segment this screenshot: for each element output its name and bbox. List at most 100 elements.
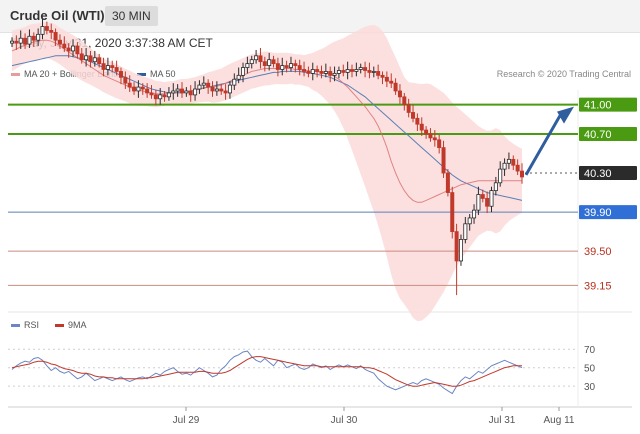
candle-body bbox=[188, 90, 193, 96]
candle-body bbox=[232, 78, 237, 86]
candle-body bbox=[411, 112, 416, 119]
x-tick-label: Jul 29 bbox=[173, 415, 200, 426]
candle-body bbox=[123, 76, 128, 84]
candle-body bbox=[506, 158, 511, 164]
candle-body bbox=[201, 82, 206, 86]
candle-body bbox=[101, 63, 106, 70]
candle-body bbox=[280, 65, 285, 70]
rsi-ma-line bbox=[11, 356, 522, 387]
candle-body bbox=[57, 39, 62, 45]
candle-body bbox=[415, 117, 420, 125]
candle-body bbox=[419, 123, 424, 131]
candle-body bbox=[310, 69, 315, 74]
candle-body bbox=[84, 55, 89, 61]
candle-body bbox=[345, 69, 350, 73]
candle-body bbox=[376, 71, 381, 76]
candle-body bbox=[450, 192, 455, 233]
candle-body bbox=[118, 71, 123, 78]
level-label-39.90: 39.90 bbox=[584, 207, 612, 219]
candle-body bbox=[493, 182, 498, 192]
candle-body bbox=[227, 84, 232, 94]
candle-body bbox=[254, 55, 259, 61]
candle-body bbox=[371, 71, 376, 73]
candle-body bbox=[114, 67, 119, 72]
candle-body bbox=[271, 59, 276, 65]
candle-body bbox=[97, 57, 102, 65]
candle-body bbox=[489, 190, 494, 207]
candle-body bbox=[454, 231, 459, 262]
candle-body bbox=[66, 47, 71, 52]
candle-body bbox=[175, 88, 180, 92]
candle-body bbox=[236, 74, 241, 80]
candle-body bbox=[476, 194, 481, 211]
candle-body bbox=[18, 37, 23, 44]
candle-body bbox=[92, 57, 97, 63]
candle-body bbox=[145, 88, 150, 94]
candle-body bbox=[140, 86, 145, 90]
candle-body bbox=[245, 63, 250, 68]
candle-body bbox=[88, 55, 93, 63]
candle-body bbox=[23, 37, 28, 45]
candle-body bbox=[62, 43, 67, 49]
candle-body bbox=[406, 104, 411, 113]
candle-body bbox=[275, 63, 280, 70]
candle-body bbox=[319, 71, 324, 74]
candle-body bbox=[472, 209, 477, 219]
candle-body bbox=[363, 67, 368, 71]
candle-body bbox=[166, 92, 171, 98]
candle-body bbox=[127, 82, 132, 88]
candle-body bbox=[158, 94, 163, 100]
candle-body bbox=[184, 90, 189, 94]
x-tick-label: Jul 30 bbox=[331, 415, 358, 426]
candle-body bbox=[520, 170, 525, 178]
candle-body bbox=[358, 67, 363, 70]
candle-body bbox=[297, 65, 302, 70]
candle-body bbox=[432, 137, 437, 141]
candle-body bbox=[293, 63, 298, 66]
candle-body bbox=[284, 65, 289, 68]
candle-body bbox=[485, 198, 490, 207]
rsi-tick-30: 30 bbox=[584, 382, 596, 393]
candle-body bbox=[306, 71, 311, 74]
x-tick-label: Aug 11 bbox=[544, 415, 575, 426]
candle-body bbox=[267, 59, 272, 66]
x-tick-label: Jul 31 bbox=[489, 415, 516, 426]
candle-body bbox=[171, 90, 176, 94]
candle-body bbox=[384, 76, 389, 82]
candle-body bbox=[262, 61, 267, 66]
candle-body bbox=[219, 88, 224, 92]
candle-body bbox=[31, 35, 36, 41]
rsi-tick-70: 70 bbox=[584, 345, 596, 356]
candle-body bbox=[249, 59, 254, 65]
candle-body bbox=[75, 45, 80, 55]
candle-body bbox=[136, 86, 141, 92]
level-label-39.50: 39.50 bbox=[584, 246, 612, 258]
level-label-41.00: 41.00 bbox=[584, 100, 612, 112]
candle-body bbox=[53, 31, 58, 41]
candle-body bbox=[463, 223, 468, 240]
price-chart-svg[interactable]: 41.00 40.70 40.30 39.90 39.50 39.15 70 50 30 Jul … bbox=[0, 0, 640, 434]
candle-body bbox=[210, 86, 215, 92]
candle-body bbox=[498, 168, 503, 184]
candle-body bbox=[153, 94, 158, 100]
candle-body bbox=[380, 74, 385, 78]
forecast-arrow-shaft bbox=[524, 114, 562, 176]
candle-body bbox=[14, 40, 19, 44]
candle-body bbox=[502, 162, 507, 170]
candle-body bbox=[71, 45, 76, 52]
candle-body bbox=[9, 40, 14, 44]
candle-body bbox=[458, 239, 463, 262]
candle-body bbox=[315, 69, 320, 72]
candle-body bbox=[302, 69, 307, 72]
candle-body bbox=[110, 65, 115, 68]
candle-body bbox=[332, 72, 337, 76]
candle-body bbox=[328, 71, 333, 76]
candle-body bbox=[36, 33, 41, 41]
candle-body bbox=[27, 35, 32, 45]
level-label-40.70: 40.70 bbox=[584, 129, 612, 141]
candle-body bbox=[393, 82, 398, 92]
candle-body bbox=[349, 69, 354, 72]
candle-body bbox=[428, 133, 433, 139]
candle-body bbox=[336, 70, 341, 74]
candle-body bbox=[424, 129, 429, 135]
